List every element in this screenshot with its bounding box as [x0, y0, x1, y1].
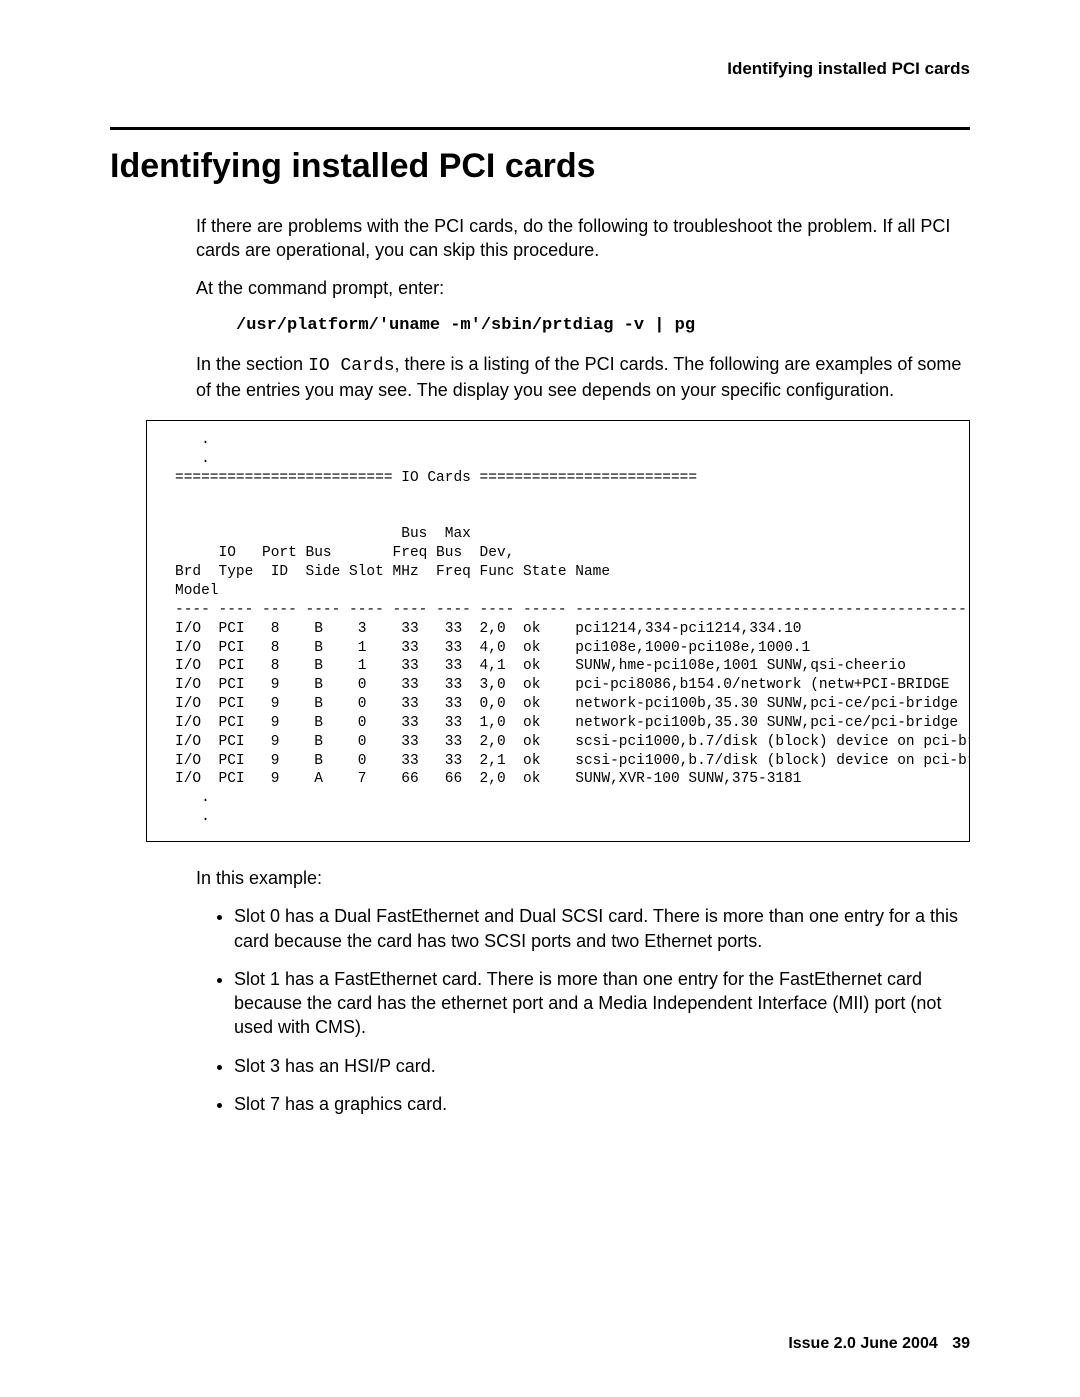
inline-code: IO Cards — [308, 356, 394, 376]
paragraph-after-cmd: In the section IO Cards, there is a list… — [196, 352, 970, 403]
list-item: Slot 7 has a graphics card. — [234, 1092, 970, 1116]
body-column: If there are problems with the PCI cards… — [196, 214, 970, 402]
output-listing-box: . . ========================= IO Cards =… — [146, 420, 970, 842]
output-listing: . . ========================= IO Cards =… — [175, 431, 969, 827]
section-title: Identifying installed PCI cards — [110, 144, 970, 190]
running-header: Identifying installed PCI cards — [110, 58, 970, 81]
list-item: Slot 3 has an HSI/P card. — [234, 1054, 970, 1078]
list-item: Slot 1 has a FastEthernet card. There is… — [234, 967, 970, 1040]
paragraph-intro-2: At the command prompt, enter: — [196, 276, 970, 300]
example-bullet-list: Slot 0 has a Dual FastEthernet and Dual … — [196, 904, 970, 1116]
page: Identifying installed PCI cards Identify… — [0, 0, 1080, 1397]
page-footer: Issue 2.0 June 2004 39 — [788, 1333, 970, 1355]
footer-issue: Issue 2.0 June 2004 — [788, 1335, 937, 1352]
list-item: Slot 0 has a Dual FastEthernet and Dual … — [234, 904, 970, 953]
example-lead: In this example: — [196, 866, 970, 890]
horizontal-rule — [110, 127, 970, 130]
paragraph-intro-1: If there are problems with the PCI cards… — [196, 214, 970, 263]
body-column-2: In this example: Slot 0 has a Dual FastE… — [196, 866, 970, 1116]
footer-page-number: 39 — [952, 1335, 970, 1352]
text-run: In the section — [196, 354, 308, 374]
command-line: /usr/platform/'uname -m'/sbin/prtdiag -v… — [236, 315, 970, 338]
